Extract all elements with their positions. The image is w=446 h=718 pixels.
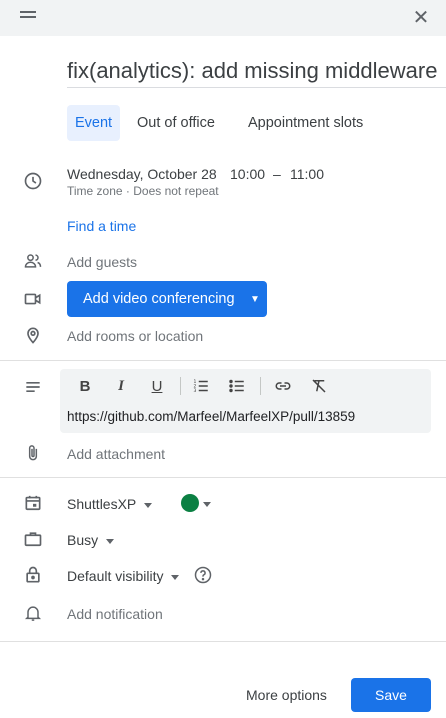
location-pin-icon <box>21 323 45 347</box>
italic-button[interactable]: I <box>109 375 133 397</box>
calendar-name: ShuttlesXP <box>67 496 137 512</box>
visibility-value: Default visibility <box>67 568 164 584</box>
bulleted-list-icon[interactable] <box>225 375 249 397</box>
calendar-select[interactable]: ShuttlesXP <box>67 496 153 512</box>
start-time-field[interactable]: 10:00 <box>230 166 265 182</box>
tab-event[interactable]: Event <box>67 105 121 141</box>
lock-icon <box>21 563 45 587</box>
add-guests-input[interactable]: Add guests <box>67 254 137 270</box>
title-input[interactable]: fix(analytics): add missing middleware <box>67 54 446 88</box>
clock-icon <box>21 169 45 193</box>
more-options-button[interactable]: More options <box>236 678 337 712</box>
add-video-conferencing-label: Add video conferencing <box>83 291 235 307</box>
description-text: https://github.com/Marfeel/MarfeelXP/pul… <box>67 409 356 424</box>
divider <box>0 641 446 642</box>
chevron-down-icon <box>144 502 153 508</box>
briefcase-icon <box>21 527 45 551</box>
find-a-time-link[interactable]: Find a time <box>67 218 136 234</box>
add-location-input[interactable]: Add rooms or location <box>67 328 203 344</box>
drag-handle-icon[interactable] <box>20 11 36 23</box>
chevron-down-icon <box>106 538 115 544</box>
save-button[interactable]: Save <box>351 678 431 712</box>
help-icon[interactable] <box>191 563 215 587</box>
calendar-icon <box>21 491 45 515</box>
chevron-down-icon[interactable]: ▼ <box>243 294 267 305</box>
toolbar-separator <box>260 377 261 395</box>
paperclip-icon <box>21 441 45 465</box>
add-video-conferencing-button[interactable]: Add video conferencing ▼ <box>67 281 267 317</box>
title-text: fix(analytics): add missing middleware <box>67 58 438 83</box>
bell-icon <box>21 601 45 625</box>
availability-value: Busy <box>67 532 99 548</box>
divider <box>0 360 446 361</box>
add-notification-link[interactable]: Add notification <box>67 606 163 622</box>
time-separator: – <box>273 166 281 182</box>
chevron-down-icon <box>171 574 180 580</box>
numbered-list-icon[interactable]: 123 <box>189 375 213 397</box>
dialog-header: ✕ <box>0 0 446 36</box>
event-color-dropdown[interactable] <box>199 494 211 512</box>
underline-button[interactable]: U <box>145 375 169 397</box>
link-icon[interactable] <box>271 375 295 397</box>
tab-out-of-office[interactable]: Out of office <box>129 105 223 141</box>
timezone-repeat-link[interactable]: Time zone · Does not repeat <box>67 184 219 198</box>
bold-button[interactable]: B <box>73 375 97 397</box>
date-field[interactable]: Wednesday, October 28 <box>67 166 217 182</box>
description-editor[interactable]: B I U 123 https://github.com/Marfeel/Mar… <box>60 369 431 433</box>
description-icon <box>21 375 45 399</box>
close-icon[interactable]: ✕ <box>410 7 432 29</box>
people-icon <box>21 249 45 273</box>
event-color-swatch[interactable] <box>181 494 199 512</box>
clear-formatting-icon[interactable] <box>307 375 331 397</box>
availability-select[interactable]: Busy <box>67 532 115 548</box>
toolbar-separator <box>180 377 181 395</box>
video-camera-icon <box>21 287 45 311</box>
add-attachment-link[interactable]: Add attachment <box>67 446 165 462</box>
tab-appointment-slots[interactable]: Appointment slots <box>240 105 371 141</box>
divider <box>0 477 446 478</box>
chevron-down-icon <box>203 501 211 507</box>
visibility-select[interactable]: Default visibility <box>67 568 180 584</box>
svg-text:3: 3 <box>194 388 197 394</box>
end-time-field[interactable]: 11:00 <box>290 166 324 182</box>
